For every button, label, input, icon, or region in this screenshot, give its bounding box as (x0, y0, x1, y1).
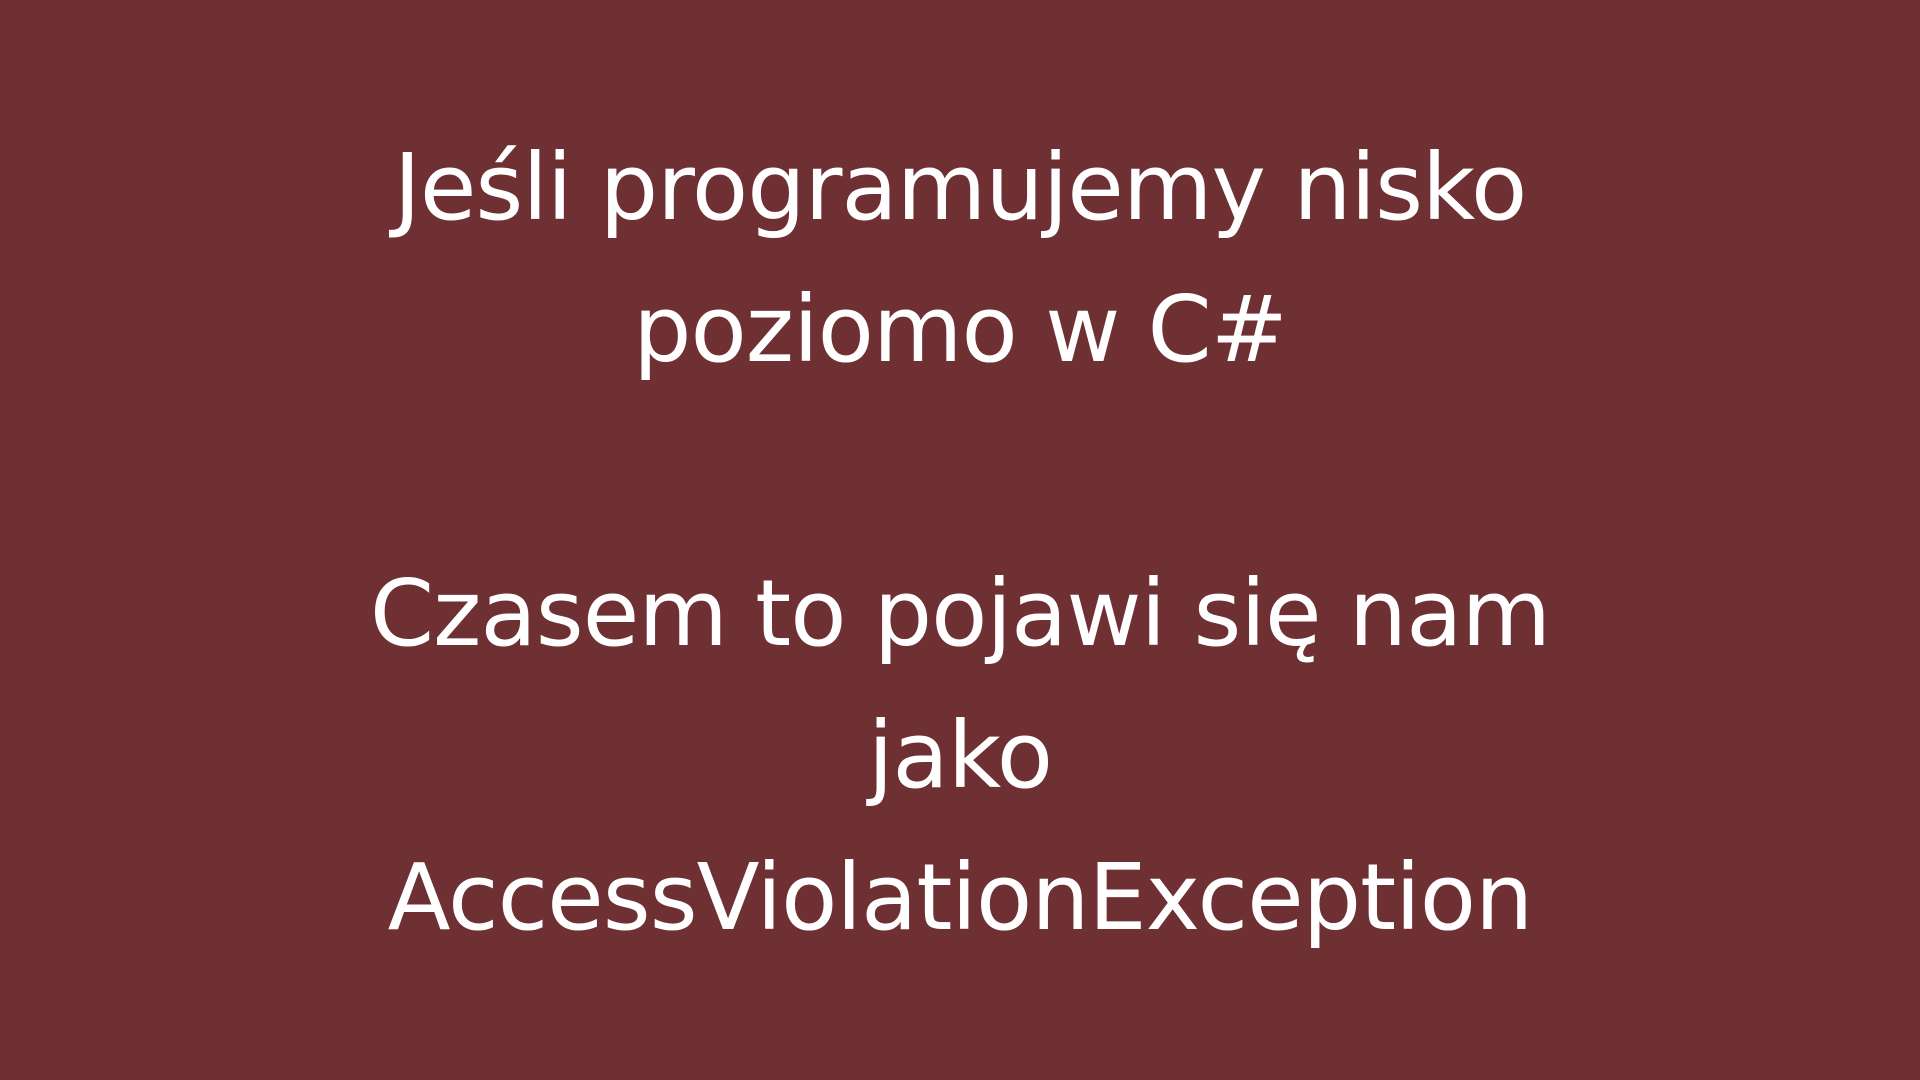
message-text: Czasem to pojawi się nam jako AccessViol… (0, 543, 1920, 969)
heading-line-1: Jeśli programujemy nisko (393, 134, 1528, 241)
message-line-3: AccessViolationException (387, 844, 1534, 951)
heading-line-2: poziomo w C# (633, 276, 1288, 383)
message-line-1: Czasem to pojawi się nam (369, 560, 1551, 667)
heading-text: Jeśli programujemy nisko poziomo w C# (0, 117, 1920, 401)
message-line-2: jako (867, 702, 1053, 809)
slide: Jeśli programujemy nisko poziomo w C# Cz… (0, 0, 1920, 1080)
